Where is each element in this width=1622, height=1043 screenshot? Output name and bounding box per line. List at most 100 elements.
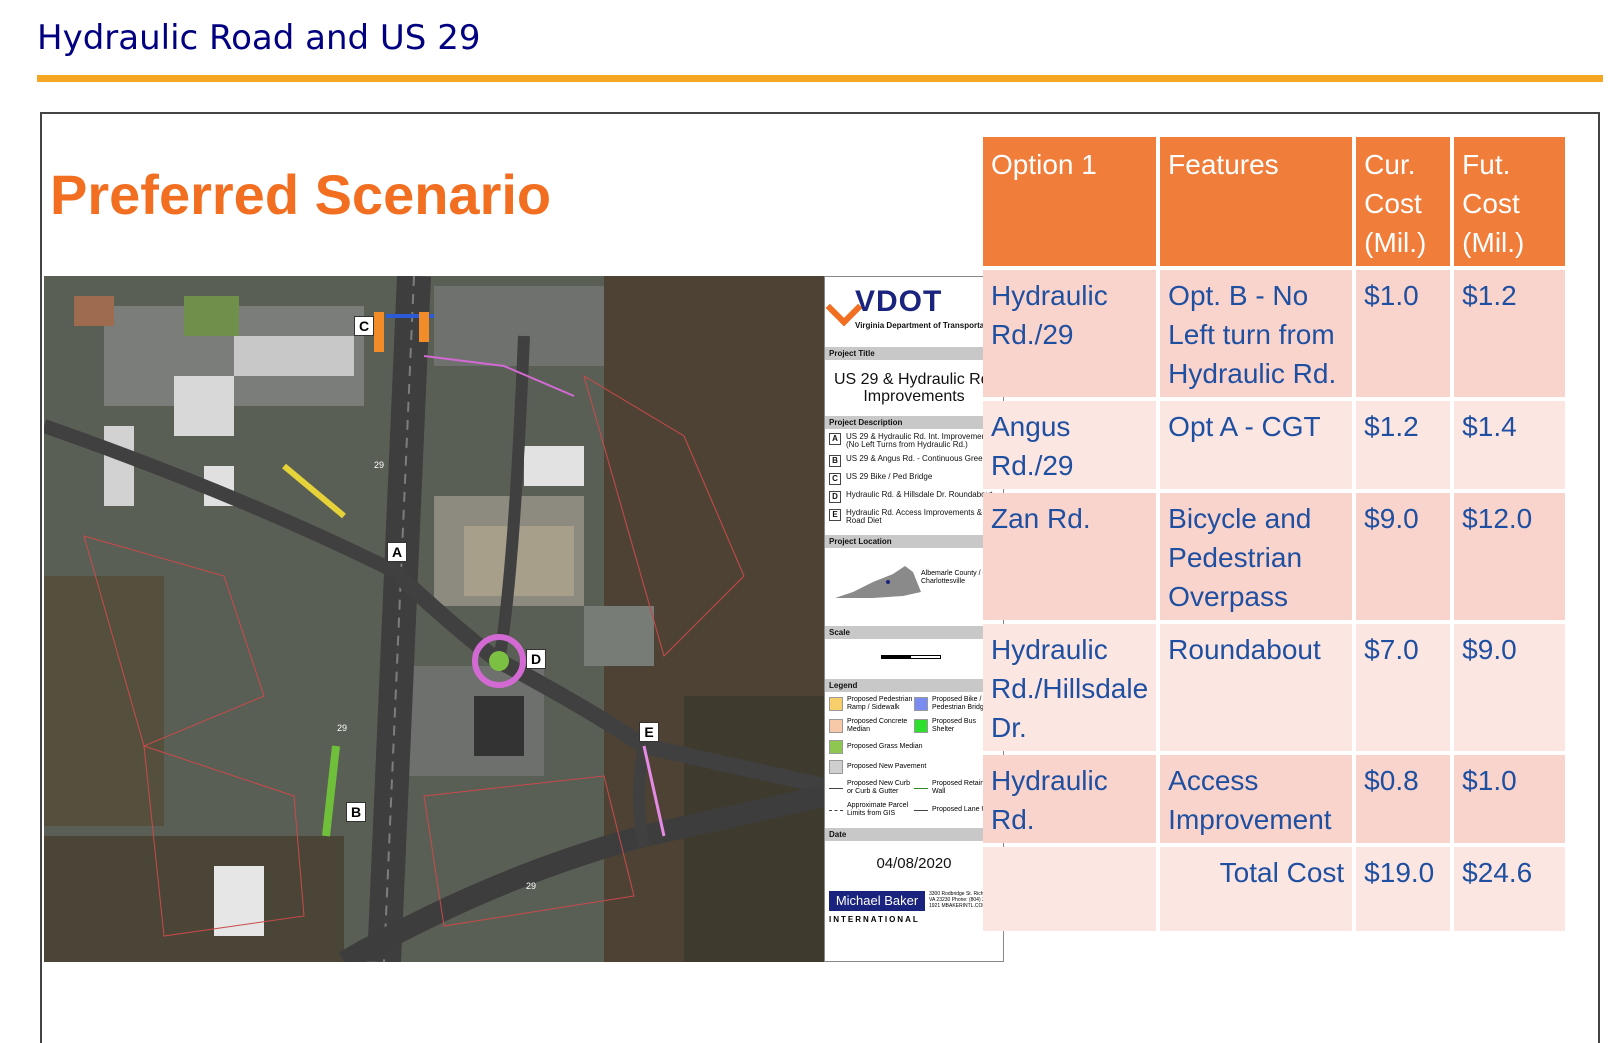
- description-key: A: [829, 433, 841, 445]
- legend-item: Proposed Concrete Median: [829, 718, 914, 734]
- total-empty-cell: [983, 847, 1157, 931]
- description-item: E Hydraulic Rd. Access Improvements & Roa…: [829, 509, 999, 525]
- features-cell: Opt A - CGT: [1160, 401, 1353, 489]
- option-cell: Angus Rd./29: [983, 401, 1157, 489]
- table-row: Hydraulic Rd./Hillsdale Dr. Roundabout $…: [983, 624, 1566, 751]
- vdot-logo-text: VDOT: [855, 285, 943, 318]
- firm-logo: Michael Baker INTERNATIONAL 3300 Rodbrid…: [825, 885, 1003, 929]
- project-location-header: Project Location: [825, 535, 1003, 548]
- description-item: A US 29 & Hydraulic Rd. Int. Improvements…: [829, 433, 999, 449]
- legend-swatch: [829, 760, 843, 774]
- legend-row: Proposed New Curb or Curb & Gutter Propo…: [829, 780, 999, 796]
- virginia-map-icon: [835, 566, 921, 598]
- scale-bar: [825, 639, 1003, 679]
- map-label-d: D: [526, 649, 546, 669]
- aerial-map-graphic: 29 29 29: [44, 276, 824, 962]
- legend-label: Proposed New Curb or Curb & Gutter: [847, 780, 911, 795]
- legend-swatch: [914, 697, 928, 711]
- project-title-header: Project Title: [825, 347, 1003, 360]
- legend-item: Proposed Grass Median: [829, 740, 999, 754]
- description-item: C US 29 Bike / Ped Bridge: [829, 473, 999, 485]
- option-cell: Hydraulic Rd./Hillsdale Dr.: [983, 624, 1157, 751]
- features-cell: Opt. B - No Left turn from Hydraulic Rd.: [1160, 270, 1353, 397]
- slide-heading: Preferred Scenario: [50, 163, 552, 226]
- plan-date: 04/08/2020: [876, 854, 952, 872]
- legend-row: Proposed Grass Median: [829, 740, 999, 754]
- future-cost-cell: $1.0: [1454, 755, 1566, 843]
- route-marker: 29: [526, 881, 536, 891]
- future-cost-cell: $1.2: [1454, 270, 1566, 397]
- legend-label: Proposed Grass Median: [847, 743, 923, 750]
- legend-arrow-icon: [914, 809, 928, 811]
- future-cost-cell: $12.0: [1454, 493, 1566, 620]
- current-cost-cell: $9.0: [1356, 493, 1451, 620]
- map-label-c: C: [354, 316, 374, 336]
- project-title: US 29 & Hydraulic Rd. Improvements: [833, 371, 995, 405]
- description-key: D: [829, 491, 841, 503]
- legend-row: Approximate Parcel Limits from GIS Propo…: [829, 802, 999, 818]
- description-text: US 29 & Angus Rd. - Continuous Green - T: [846, 454, 999, 463]
- total-current-cost: $19.0: [1356, 847, 1451, 931]
- features-cell: Roundabout: [1160, 624, 1353, 751]
- map-label-e: E: [639, 722, 659, 742]
- total-future-cost: $24.6: [1454, 847, 1566, 931]
- description-key: E: [829, 509, 841, 521]
- map-label-a: A: [387, 542, 407, 562]
- legend-line-icon: [914, 787, 928, 789]
- option-cell: Hydraulic Rd.: [983, 755, 1157, 843]
- legend-row: Proposed Pedestrian Ramp / Sidewalk Prop…: [829, 696, 999, 712]
- description-text: US 29 & Hydraulic Rd. Int. Improvements …: [846, 432, 993, 449]
- legend-item: Proposed New Curb or Curb & Gutter: [829, 780, 914, 796]
- description-text: Hydraulic Rd. Access Improvements & Road…: [846, 508, 983, 525]
- legend-item: Proposed New Pavement: [829, 760, 999, 774]
- title-rule: [37, 75, 1603, 82]
- legend-row: Proposed New Pavement: [829, 760, 999, 774]
- scale-bar-graphic: [881, 655, 941, 659]
- legend-swatch: [829, 740, 843, 754]
- legend-item: Approximate Parcel Limits from GIS: [829, 802, 914, 818]
- current-cost-cell: $0.8: [1356, 755, 1451, 843]
- route-marker: 29: [337, 723, 347, 733]
- table-header-row: Option 1 Features Cur. Cost (Mil.) Fut. …: [983, 137, 1566, 266]
- map-title-block: VDOT Virginia Department of Transportati…: [824, 276, 1004, 962]
- firm-name: Michael Baker: [829, 891, 925, 911]
- description-key: C: [829, 473, 841, 485]
- description-item: B US 29 & Angus Rd. - Continuous Green - …: [829, 455, 999, 467]
- table-row: Angus Rd./29 Opt A - CGT $1.2 $1.4: [983, 401, 1566, 489]
- features-cell: Bicycle and Pedestrian Overpass: [1160, 493, 1353, 620]
- project-description-header: Project Description: [825, 416, 1003, 429]
- current-cost-cell: $1.2: [1356, 401, 1451, 489]
- date-header: Date: [825, 828, 1003, 841]
- legend-swatch: [829, 697, 843, 711]
- legend: Proposed Pedestrian Ramp / Sidewalk Prop…: [825, 692, 1003, 828]
- future-cost-cell: $9.0: [1454, 624, 1566, 751]
- features-cell: Access Improvement: [1160, 755, 1353, 843]
- total-label: Total Cost: [1160, 847, 1353, 931]
- column-header-future-cost: Fut. Cost (Mil.): [1454, 137, 1566, 266]
- vdot-logo: VDOT Virginia Department of Transportati…: [825, 277, 1003, 347]
- description-item: D Hydraulic Rd. & Hillsdale Dr. Roundabou…: [829, 491, 999, 503]
- total-row: Total Cost $19.0 $24.6: [983, 847, 1566, 931]
- legend-label: Proposed New Pavement: [847, 763, 927, 770]
- description-key: B: [829, 455, 841, 467]
- legend-row: Proposed Concrete Median Proposed Bus Sh…: [829, 718, 999, 734]
- slide-image: Preferred Scenario 29 29 29 C A D B E VD…: [40, 112, 1600, 1043]
- scale-header: Scale: [825, 626, 1003, 639]
- table-row: Hydraulic Rd./29 Opt. B - No Left turn f…: [983, 270, 1566, 397]
- table-row: Zan Rd. Bicycle and Pedestrian Overpass …: [983, 493, 1566, 620]
- column-header-features: Features: [1160, 137, 1353, 266]
- legend-item: Proposed Pedestrian Ramp / Sidewalk: [829, 696, 914, 712]
- legend-label: Approximate Parcel Limits from GIS: [847, 802, 909, 817]
- legend-label: Proposed Pedestrian Ramp / Sidewalk: [847, 696, 913, 711]
- page-title: Hydraulic Road and US 29: [37, 18, 481, 58]
- future-cost-cell: $1.4: [1454, 401, 1566, 489]
- column-header-option: Option 1: [983, 137, 1157, 266]
- option-cell: Hydraulic Rd./29: [983, 270, 1157, 397]
- legend-swatch: [829, 719, 843, 733]
- project-location: Albemarle County / City of Charlottesvil…: [825, 548, 1003, 626]
- legend-line-icon: [829, 787, 843, 789]
- description-text: US 29 Bike / Ped Bridge: [846, 472, 933, 481]
- project-description-list: A US 29 & Hydraulic Rd. Int. Improvements…: [825, 429, 1003, 535]
- table-row: Hydraulic Rd. Access Improvement $0.8 $1…: [983, 755, 1566, 843]
- column-header-current-cost: Cur. Cost (Mil.): [1356, 137, 1451, 266]
